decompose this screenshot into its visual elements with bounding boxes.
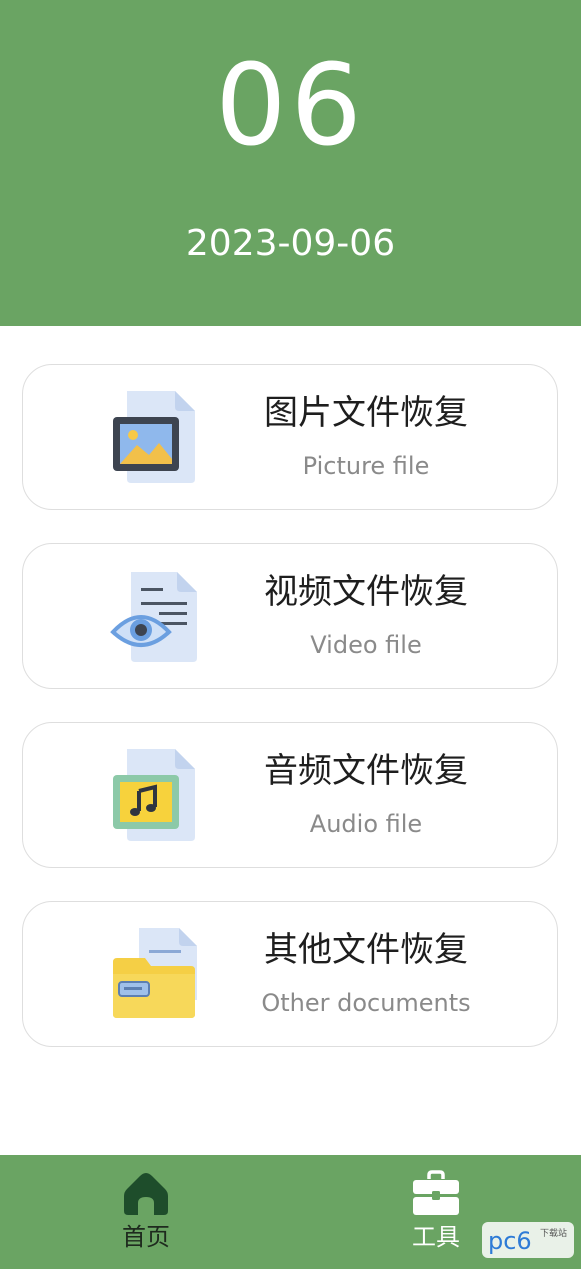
folder-file-icon — [113, 928, 197, 1018]
tab-home-label: 首页 — [122, 1223, 170, 1251]
card-subtitle: Video file — [310, 631, 422, 659]
home-icon — [124, 1173, 168, 1215]
card-subtitle: Audio file — [309, 810, 423, 838]
watermark-text: pc6 — [488, 1227, 532, 1255]
date-header: 06 2023-09-06 — [0, 0, 581, 326]
watermark-logo: pc6 下载站 — [482, 1222, 574, 1258]
audio-file-icon — [113, 749, 195, 841]
card-title: 图片文件恢复 — [264, 393, 468, 433]
day-number: 06 — [215, 41, 366, 171]
full-date: 2023-09-06 — [185, 223, 396, 264]
video-recovery-card[interactable]: 视频文件恢复 Video file — [22, 543, 558, 689]
card-subtitle: Other documents — [261, 989, 471, 1017]
tab-home[interactable]: 首页 — [46, 1155, 246, 1269]
picture-file-icon — [113, 391, 195, 483]
other-recovery-card[interactable]: 其他文件恢复 Other documents — [22, 901, 558, 1047]
toolbox-icon — [413, 1170, 459, 1215]
card-title: 视频文件恢复 — [264, 572, 468, 612]
card-title: 音频文件恢复 — [264, 751, 468, 791]
watermark-subtext: 下载站 — [540, 1227, 567, 1239]
card-subtitle: Picture file — [302, 452, 430, 480]
card-title: 其他文件恢复 — [264, 930, 468, 970]
audio-recovery-card[interactable]: 音频文件恢复 Audio file — [22, 722, 558, 868]
picture-recovery-card[interactable]: 图片文件恢复 Picture file — [22, 364, 558, 510]
video-file-icon — [110, 572, 197, 662]
